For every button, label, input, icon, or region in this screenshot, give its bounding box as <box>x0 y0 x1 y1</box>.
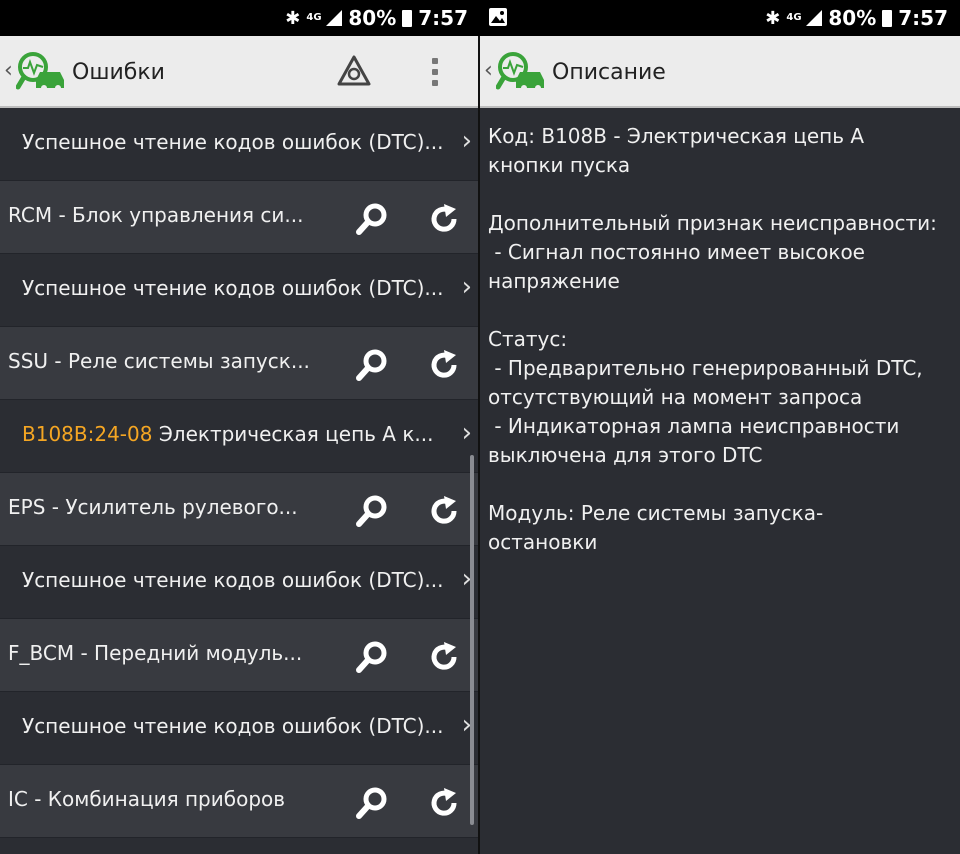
module-row[interactable]: RCM - Блок управления си... <box>0 181 480 254</box>
clock: 7:57 <box>898 6 948 30</box>
network-type-label: 4G <box>306 12 322 23</box>
module-label: IC - Комбинация приборов <box>8 787 286 811</box>
app-logo-icon[interactable] <box>16 50 68 92</box>
chevron-right-icon: › <box>461 418 472 448</box>
signal-icon <box>806 10 823 26</box>
bluetooth-icon: ✱ <box>285 7 301 29</box>
module-row[interactable]: IC - Комбинация приборов <box>0 765 480 838</box>
error-list: Успешное чтение кодов ошибок (DTC)... › … <box>0 108 480 838</box>
page-title: Описание <box>552 60 666 85</box>
app-bar: ‹ Описание <box>480 36 960 108</box>
module-row[interactable]: F_BCM - Передний модуль... <box>0 619 480 692</box>
dtc-description: Электрическая цепь A к... <box>152 422 434 446</box>
module-label: F_BCM - Передний модуль... <box>8 641 303 665</box>
module-label: SSU - Реле системы запуск... <box>8 349 310 373</box>
search-icon[interactable] <box>352 345 392 385</box>
module-label: RCM - Блок управления си... <box>8 203 304 227</box>
module-row[interactable]: EPS - Усилитель рулевого... <box>0 473 480 546</box>
status-bar: ✱ 4G 80% 7:57 <box>0 0 480 36</box>
dtc-entry: B108B:24-08 Электрическая цепь A к... <box>22 422 452 446</box>
refresh-icon[interactable] <box>424 491 464 531</box>
read-result-label: Успешное чтение кодов ошибок (DTC)... <box>22 568 444 592</box>
battery-icon <box>882 9 893 27</box>
search-icon[interactable] <box>352 199 392 239</box>
list-item[interactable]: Успешное чтение кодов ошибок (DTC)... › <box>0 108 480 181</box>
status-bar: ✱ 4G 80% 7:57 <box>480 0 960 36</box>
bluetooth-icon: ✱ <box>765 7 781 29</box>
read-result-label: Успешное чтение кодов ошибок (DTC)... <box>22 130 444 154</box>
back-icon[interactable]: ‹ <box>4 58 13 83</box>
refresh-icon[interactable] <box>424 345 464 385</box>
search-icon[interactable] <box>352 783 392 823</box>
list-item[interactable]: Успешное чтение кодов ошибок (DTC)... › <box>0 692 480 765</box>
refresh-icon[interactable] <box>424 637 464 677</box>
module-label: EPS - Усилитель рулевого... <box>8 495 298 519</box>
search-icon[interactable] <box>352 491 392 531</box>
back-icon[interactable]: ‹ <box>484 58 493 83</box>
app-bar: ‹ Ошибки <box>0 36 480 108</box>
dtc-code: B108B:24-08 <box>22 422 153 446</box>
read-result-label: Успешное чтение кодов ошибок (DTC)... <box>22 276 444 300</box>
battery-icon <box>402 9 413 27</box>
search-icon[interactable] <box>352 637 392 677</box>
chevron-right-icon: › <box>461 272 472 302</box>
read-result-label: Успешное чтение кодов ошибок (DTC)... <box>22 714 444 738</box>
clock: 7:57 <box>418 6 468 30</box>
warning-icon[interactable] <box>336 54 372 88</box>
dtc-description-text: Код: B108B - Электрическая цепь A кнопки… <box>488 124 937 554</box>
signal-icon <box>326 10 343 26</box>
scrollbar[interactable] <box>470 455 474 825</box>
app-logo-icon[interactable] <box>496 50 548 92</box>
errors-screen: ✱ 4G 80% 7:57 ‹ Ошибки Успешное чтение к… <box>0 0 480 854</box>
refresh-icon[interactable] <box>424 199 464 239</box>
network-type-label: 4G <box>786 12 802 23</box>
module-row[interactable]: SSU - Реле системы запуск... <box>0 327 480 400</box>
gallery-icon <box>489 8 507 26</box>
battery-percent: 80% <box>828 6 877 30</box>
description-screen: ✱ 4G 80% 7:57 ‹ Описание Код: B108B - Эл… <box>480 0 960 854</box>
overflow-menu-icon[interactable] <box>432 58 440 91</box>
dtc-item[interactable]: B108B:24-08 Электрическая цепь A к... › <box>0 400 480 473</box>
list-item[interactable]: Успешное чтение кодов ошибок (DTC)... › <box>0 254 480 327</box>
list-item[interactable]: Успешное чтение кодов ошибок (DTC)... › <box>0 546 480 619</box>
battery-percent: 80% <box>348 6 397 30</box>
page-title: Ошибки <box>72 60 165 85</box>
refresh-icon[interactable] <box>424 783 464 823</box>
chevron-right-icon: › <box>461 126 472 156</box>
